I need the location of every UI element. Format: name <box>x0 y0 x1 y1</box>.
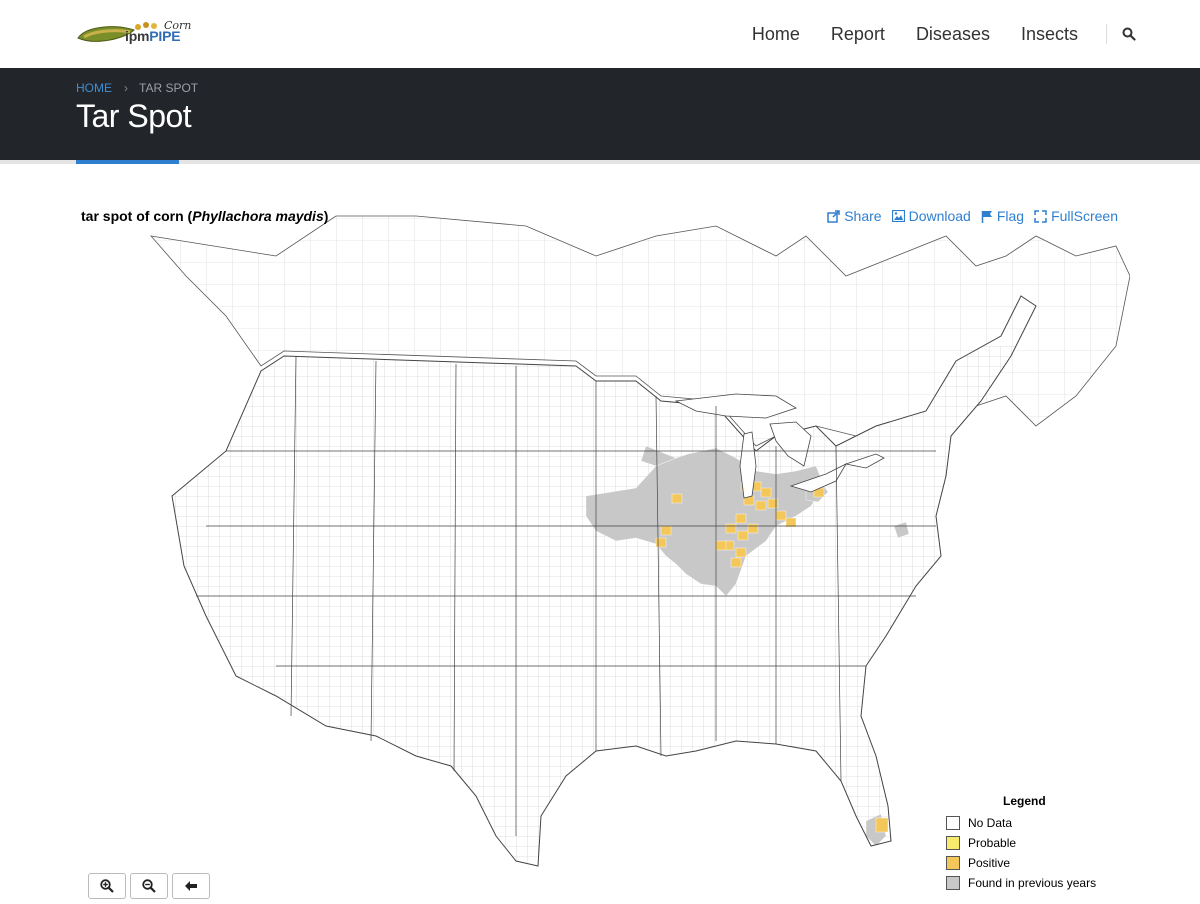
distribution-map[interactable]: tar spot of corn (Phyllachora maydis) Sh… <box>76 196 1130 904</box>
flag-button[interactable]: Flag <box>981 208 1024 224</box>
page-header: HOME › TAR SPOT Tar Spot <box>0 68 1200 160</box>
download-label: Download <box>908 208 971 224</box>
expand-icon <box>1034 209 1047 223</box>
page-title: Tar Spot <box>76 98 192 134</box>
zoom-in-icon <box>100 879 114 893</box>
legend-item-no-data: No Data <box>946 813 1116 833</box>
legend-item-probable: Probable <box>946 833 1116 853</box>
share-icon <box>827 209 840 223</box>
legend-label: Found in previous years <box>968 876 1097 890</box>
zoom-out-button[interactable] <box>130 873 168 899</box>
nav-divider <box>1106 24 1107 44</box>
map-legend: Legend No Data Probable Positive Found i… <box>946 794 1116 893</box>
download-button[interactable]: Download <box>891 208 971 224</box>
flag-label: Flag <box>996 208 1025 224</box>
logo-pipe-text: PIPE <box>149 28 181 44</box>
map-zoom-controls <box>88 873 214 899</box>
legend-swatch-positive <box>946 856 960 870</box>
legend-label: Probable <box>968 836 1017 850</box>
logo-wordmark: ipmPIPE <box>125 28 181 44</box>
logo-ipm-text: ipm <box>125 28 150 44</box>
legend-label: No Data <box>968 816 1013 830</box>
legend-label: Positive <box>968 856 1011 870</box>
nav-home[interactable]: Home <box>752 24 800 45</box>
legend-swatch-no-data <box>946 816 960 830</box>
nav-diseases[interactable]: Diseases <box>916 24 990 45</box>
header-divider <box>0 160 1200 164</box>
search-icon[interactable] <box>1118 23 1140 45</box>
breadcrumb: HOME › TAR SPOT <box>76 81 198 95</box>
breadcrumb-separator: › <box>124 81 128 95</box>
legend-title: Legend <box>1003 794 1046 808</box>
legend-swatch-previous-years <box>946 876 960 890</box>
fullscreen-button[interactable]: FullScreen <box>1034 208 1118 224</box>
map-title-common: tar spot of corn ( <box>81 208 193 224</box>
share-label: Share <box>844 208 882 224</box>
fullscreen-label: FullScreen <box>1051 208 1118 224</box>
map-title-close: ) <box>323 208 329 224</box>
flag-icon <box>981 210 992 223</box>
nav-insects[interactable]: Insects <box>1021 24 1078 45</box>
zoom-out-icon <box>142 879 156 893</box>
us-counties <box>172 346 1036 866</box>
main-nav: Home Report Diseases Insects <box>721 0 1140 68</box>
legend-item-previous-years: Found in previous years <box>946 873 1116 893</box>
legend-item-positive: Positive <box>946 853 1116 873</box>
back-button[interactable] <box>172 873 210 899</box>
breadcrumb-current: TAR SPOT <box>139 81 199 95</box>
breadcrumb-home-link[interactable]: HOME <box>76 81 112 95</box>
zoom-in-button[interactable] <box>88 873 126 899</box>
map-title: tar spot of corn (Phyllachora maydis) <box>81 208 328 224</box>
top-navbar: Corn ipmPIPE Home Report Diseases Insect… <box>0 0 1200 68</box>
legend-swatch-probable <box>946 836 960 850</box>
share-button[interactable]: Share <box>827 208 882 224</box>
nav-report[interactable]: Report <box>831 24 885 45</box>
header-accent-bar <box>76 160 179 164</box>
map-title-scientific: Phyllachora maydis <box>192 208 324 224</box>
map-toolbar: Share Download Flag FullScreen <box>817 208 1118 224</box>
arrow-left-icon <box>185 881 197 891</box>
image-icon <box>891 210 905 222</box>
